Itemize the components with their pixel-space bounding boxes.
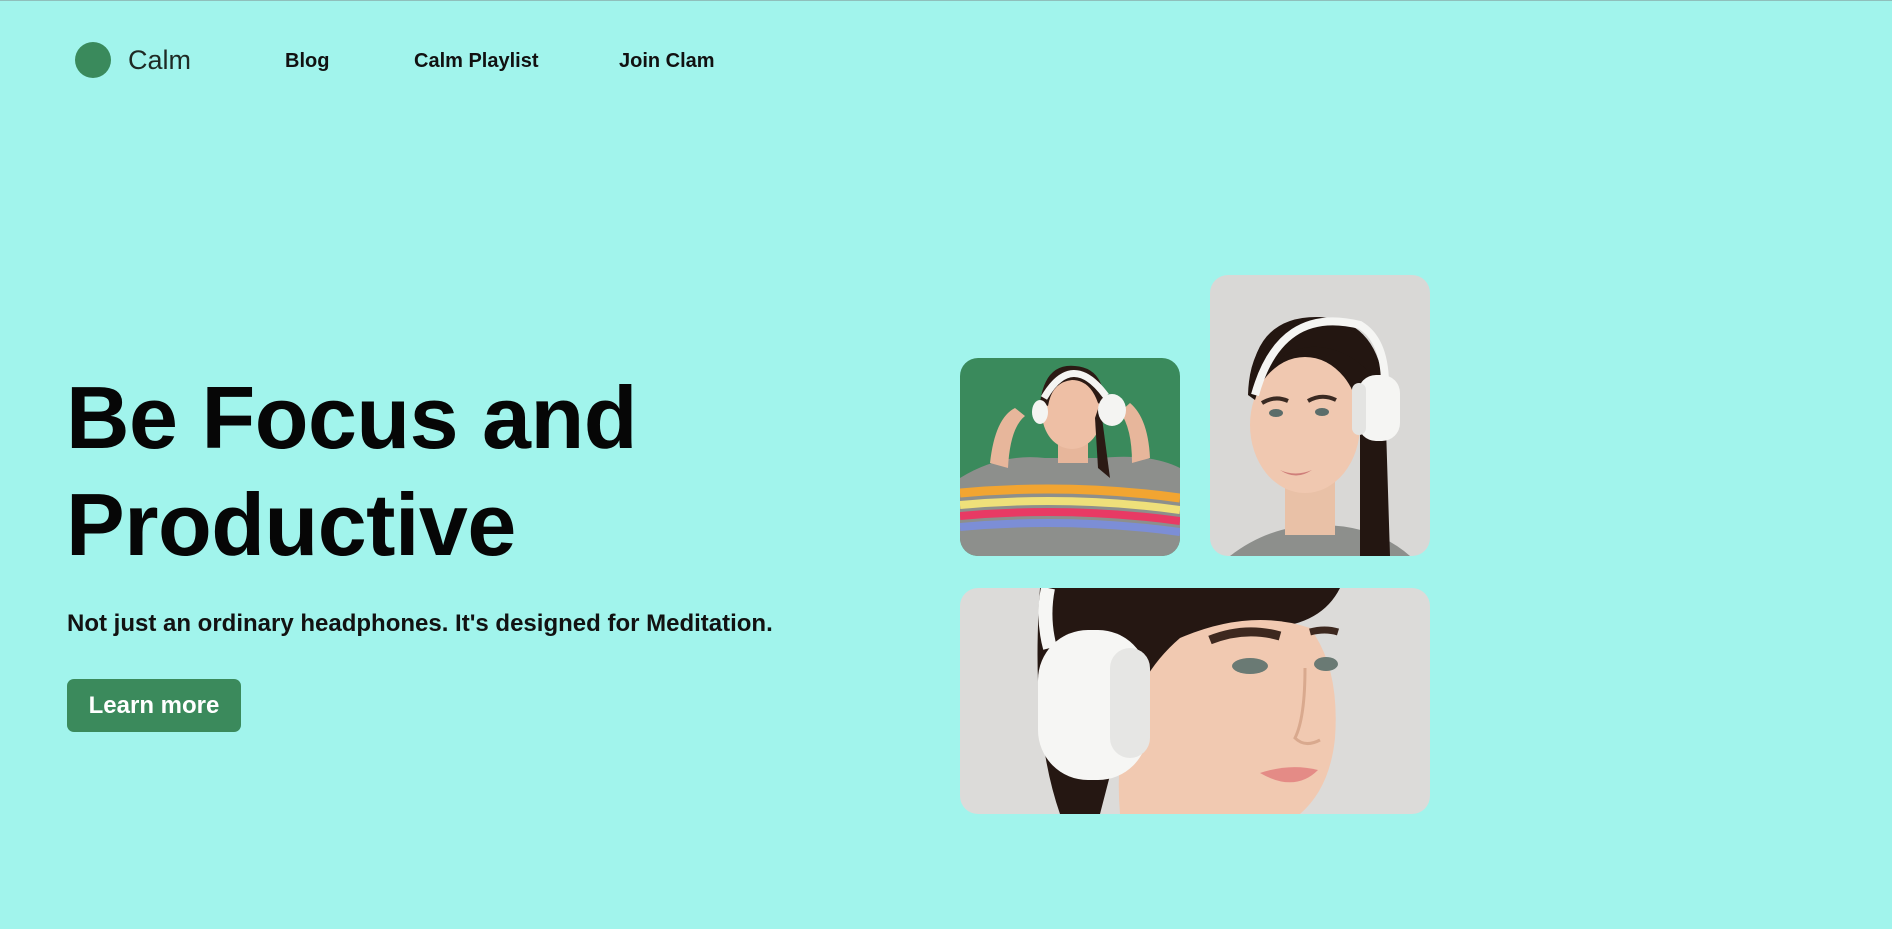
photo-woman-closeup-image [960, 588, 1430, 814]
photo-woman-closeup [960, 588, 1430, 814]
top-nav: Calm Blog Calm Playlist Join Clam [0, 1, 1892, 121]
photo-woman-profile-image [1210, 275, 1430, 556]
nav-link-calm-playlist[interactable]: Calm Playlist [414, 50, 539, 73]
brand-name[interactable]: Calm [128, 45, 191, 76]
hero-title-line-2: Productive [66, 475, 516, 574]
hero-title-line-1: Be Focus and [66, 368, 637, 467]
learn-more-button[interactable]: Learn more [67, 679, 241, 732]
nav-link-join[interactable]: Join Clam [619, 50, 715, 73]
photo-woman-striped-sweater-image [960, 358, 1180, 556]
photo-woman-striped-sweater [960, 358, 1180, 556]
logo-dot-icon[interactable] [75, 42, 111, 78]
hero-subtitle: Not just an ordinary headphones. It's de… [67, 610, 773, 637]
photo-woman-profile [1210, 275, 1430, 556]
nav-link-blog[interactable]: Blog [285, 50, 329, 73]
hero-title: Be Focus and Productive [66, 364, 637, 578]
